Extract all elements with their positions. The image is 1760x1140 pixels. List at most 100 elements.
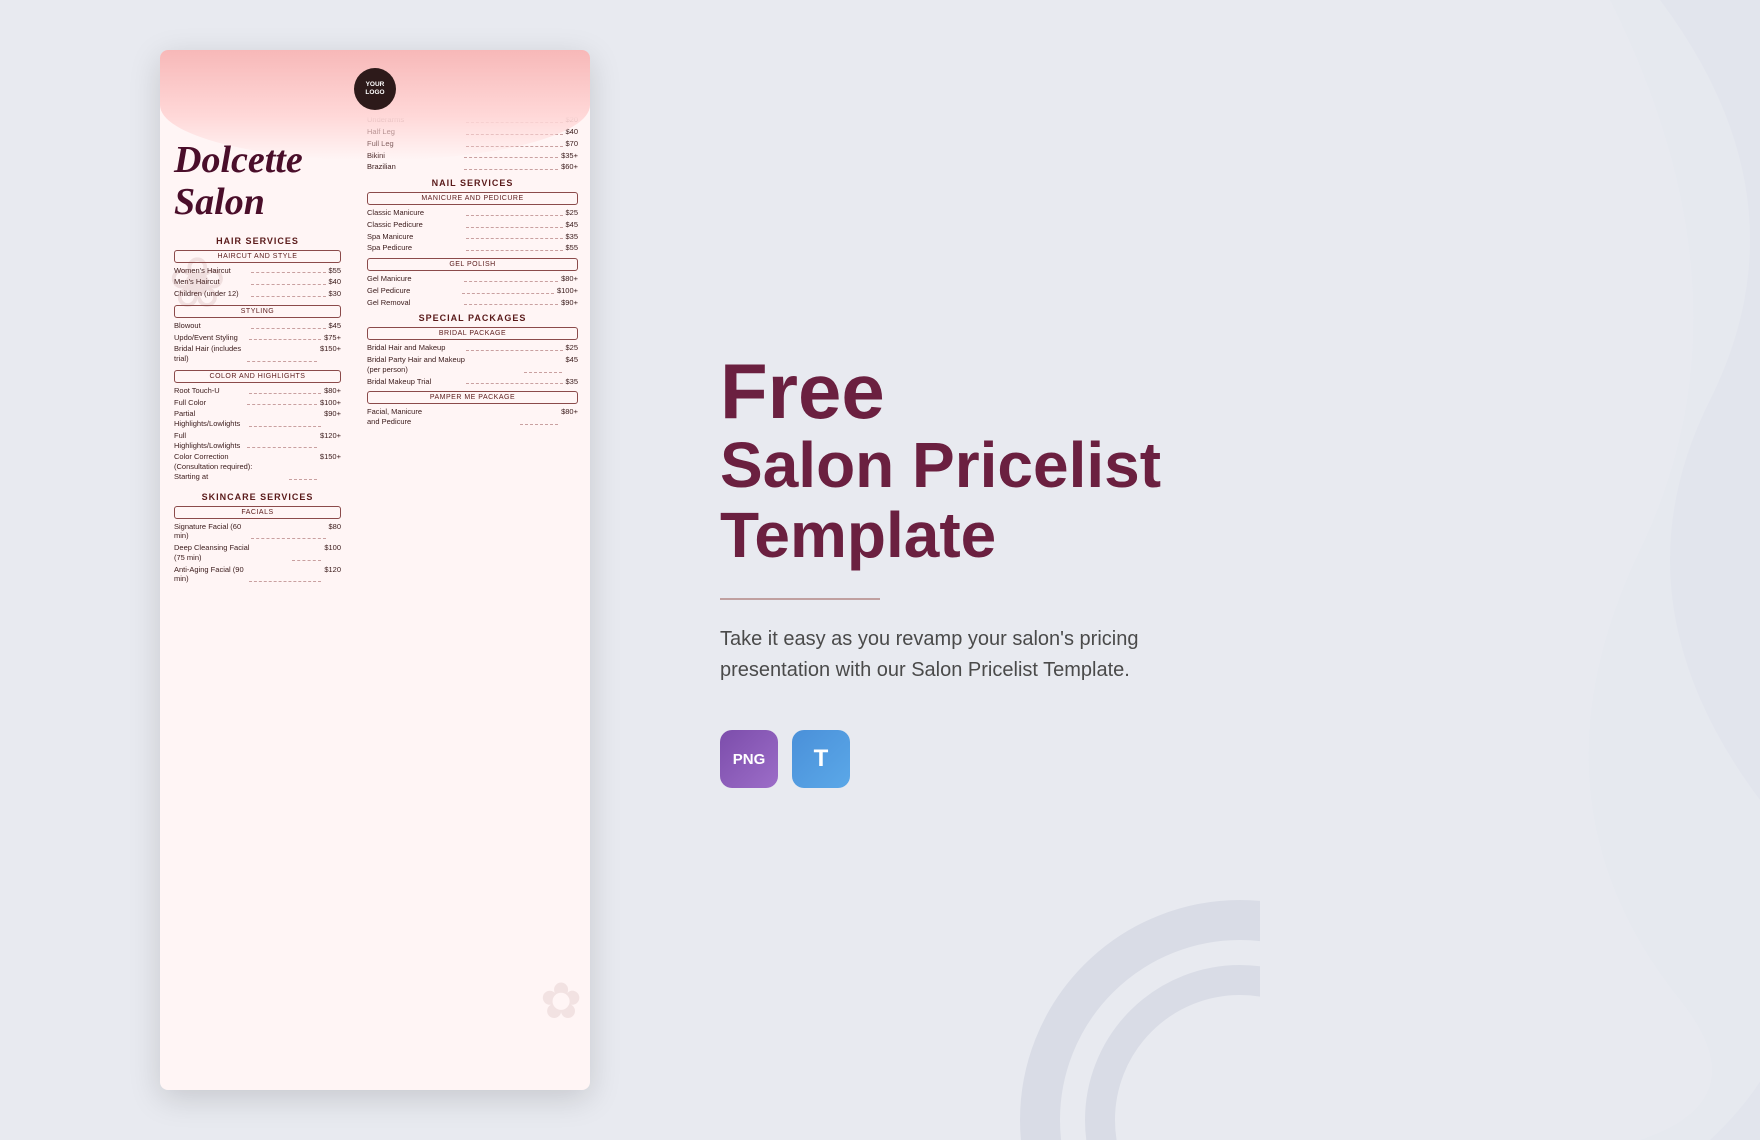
dots <box>249 393 321 394</box>
item-name: Facial, Manicureand Pedicure <box>367 407 517 427</box>
item-name: Root Touch-U <box>174 386 246 396</box>
item-price: $120 <box>324 565 341 574</box>
dots <box>289 479 317 480</box>
price-row: Facial, Manicureand Pedicure $80+ <box>367 407 578 427</box>
dots <box>247 404 317 405</box>
dots <box>466 250 562 251</box>
item-price: $55 <box>566 243 579 252</box>
price-row: Full Color $100+ <box>174 398 341 408</box>
format-icons: PNG T <box>720 730 1680 788</box>
item-name: Updo/Event Styling <box>174 333 246 343</box>
dots <box>524 372 563 373</box>
dots <box>249 426 321 427</box>
item-price: $80+ <box>561 274 578 283</box>
title-line1: Salon Pricelist <box>720 429 1161 501</box>
item-name: Anti-Aging Facial (90 min) <box>174 565 246 585</box>
price-row: Color Correction(Consultation required):… <box>174 452 341 481</box>
item-price: $90+ <box>561 298 578 307</box>
price-row: Bridal Makeup Trial $35 <box>367 377 578 387</box>
haircut-style-label: HAIRCUT AND STYLE <box>218 253 298 260</box>
item-price: $80 <box>329 522 342 531</box>
dots <box>520 424 558 425</box>
price-row: Full Highlights/Lowlights $120+ <box>174 431 341 451</box>
item-price: $30 <box>329 289 342 298</box>
special-packages-section: SPECIAL PACKAGES BRIDAL PACKAGE Bridal H… <box>367 313 578 427</box>
title-line2: Template <box>720 499 996 571</box>
price-row: Spa Manicure $35 <box>367 232 578 242</box>
item-price: $80+ <box>324 386 341 395</box>
item-price: $45 <box>566 220 579 229</box>
col-right: WAXING Eyebrows $15 Lip or Chin $12 Full… <box>355 50 590 1090</box>
item-price: $25 <box>566 343 579 352</box>
facials-box: FACIALS <box>174 506 341 519</box>
item-name: Signature Facial (60 min) <box>174 522 248 542</box>
item-price: $60+ <box>561 162 578 171</box>
item-name: Gel Manicure <box>367 274 461 284</box>
item-name: Partial Highlights/Lowlights <box>174 409 246 429</box>
dots <box>466 350 562 351</box>
item-price: $75+ <box>324 333 341 342</box>
price-row: Gel Manicure $80+ <box>367 274 578 284</box>
item-name: Bridal Makeup Trial <box>367 377 463 387</box>
dots <box>249 581 321 582</box>
color-highlights-box: COLOR AND HIGHLIGHTS <box>174 370 341 383</box>
title-free: Free <box>720 352 1680 430</box>
salon-name-line1: Dolcette <box>174 140 341 182</box>
item-name: Bridal Party Hair and Makeup(per person) <box>367 355 521 375</box>
price-row: Bridal Hair (includes trial) $150+ <box>174 344 341 364</box>
right-divider <box>720 598 880 600</box>
price-row: Classic Pedicure $45 <box>367 220 578 230</box>
nail-services-heading: NAIL SERVICES <box>367 178 578 188</box>
item-price: $55 <box>329 266 342 275</box>
logo-circle: YOUR LOGO <box>354 68 396 110</box>
item-price: $35 <box>566 232 579 241</box>
floral-right: ✿ <box>540 972 582 1030</box>
item-name: Spa Manicure <box>367 232 463 242</box>
gel-polish-subsection: GEL POLISH Gel Manicure $80+ Gel Pedicur… <box>367 258 578 307</box>
right-description: Take it easy as you revamp your salon's … <box>720 624 1200 686</box>
dots <box>247 361 317 362</box>
title-main: Salon Pricelist Template <box>720 430 1680 571</box>
dots <box>464 157 558 158</box>
item-price: $45 <box>329 321 342 330</box>
item-price: $150+ <box>320 452 341 461</box>
item-price: $80+ <box>561 407 578 416</box>
price-row: Updo/Event Styling $75+ <box>174 333 341 343</box>
document-container: YOUR LOGO Dolcette Salon ❀ HAIR SERVICES… <box>160 50 590 1090</box>
price-row: Gel Pedicure $100+ <box>367 286 578 296</box>
item-name: Bridal Hair and Makeup <box>367 343 463 353</box>
dots <box>292 560 321 561</box>
t-label: T <box>814 745 829 773</box>
logo-text: YOUR LOGO <box>365 81 384 97</box>
price-row: Partial Highlights/Lowlights $90+ <box>174 409 341 429</box>
item-price: $100+ <box>320 398 341 407</box>
item-price: $100+ <box>557 286 578 295</box>
nail-services-section: NAIL SERVICES MANICURE AND PEDICURE Clas… <box>367 178 578 307</box>
col-left: Dolcette Salon ❀ HAIR SERVICES HAIRCUT A… <box>160 50 355 1090</box>
item-price: $150+ <box>320 344 341 353</box>
dots <box>464 304 558 305</box>
manicure-pedicure-box: MANICURE AND PEDICURE <box>367 192 578 205</box>
price-row: Gel Removal $90+ <box>367 298 578 308</box>
item-price: $70 <box>566 139 579 148</box>
png-label: PNG <box>733 751 766 768</box>
dots <box>251 272 325 273</box>
dots <box>251 296 325 297</box>
item-name: Classic Manicure <box>367 208 463 218</box>
skincare-services-section: SKINCARE SERVICES FACIALS Signature Faci… <box>174 492 341 585</box>
dots <box>466 215 562 216</box>
dots <box>464 281 558 282</box>
dots <box>466 238 562 239</box>
dots <box>464 169 558 170</box>
item-price: $120+ <box>320 431 341 440</box>
item-price: $35 <box>566 377 579 386</box>
gel-polish-box: GEL POLISH <box>367 258 578 271</box>
price-row: Classic Manicure $25 <box>367 208 578 218</box>
price-row: Spa Pedicure $55 <box>367 243 578 253</box>
price-row: Bridal Party Hair and Makeup(per person)… <box>367 355 578 375</box>
item-name: Gel Pedicure <box>367 286 459 296</box>
item-name: Spa Pedicure <box>367 243 463 253</box>
item-name: Gel Removal <box>367 298 461 308</box>
item-name: Brazilian <box>367 162 461 172</box>
item-price: $35+ <box>561 151 578 160</box>
